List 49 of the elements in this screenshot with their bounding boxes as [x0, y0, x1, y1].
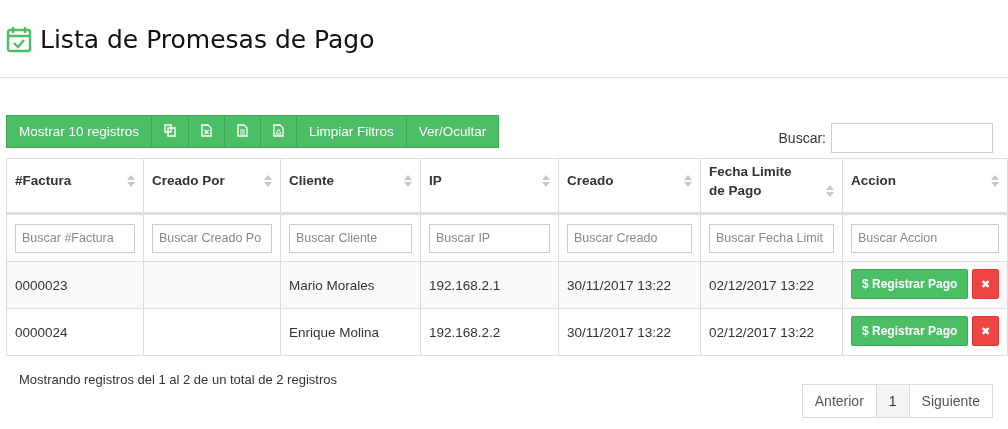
sort-icon [404, 175, 412, 187]
table-cell: Mario Morales [289, 277, 375, 293]
sort-icon [991, 175, 999, 187]
calendar-check-icon [6, 25, 32, 53]
filter-field[interactable]: Buscar IP [429, 223, 550, 253]
filter-field[interactable]: Buscar Creado [567, 223, 692, 253]
table-cell: 192.168.2.2 [429, 324, 501, 340]
table-cell: 30/11/2017 13:22 [567, 324, 672, 340]
column-header[interactable]: Creado Por [143, 158, 281, 214]
column-header[interactable]: Accion [842, 158, 1008, 214]
column-header[interactable]: IP [420, 158, 559, 214]
column-header[interactable]: Cliente [280, 158, 421, 214]
pdf-button[interactable] [260, 115, 297, 148]
column-header[interactable]: Fecha Limite de Pago [700, 158, 843, 214]
page-button[interactable]: 1 [875, 384, 909, 418]
previous-page-button[interactable]: Anterior [801, 384, 876, 418]
filter-field[interactable]: Buscar Creado Po [152, 223, 272, 253]
excel-button[interactable] [188, 115, 225, 148]
table-cell: 02/12/2017 13:22 [709, 324, 815, 340]
copy-button[interactable] [151, 115, 189, 148]
search-label: Buscar: [778, 130, 826, 146]
next-page-button[interactable]: Siguiente [908, 384, 993, 418]
sort-icon [684, 175, 692, 187]
table-cell: 0000024 [15, 324, 68, 340]
table-cell: Enrique Molina [289, 324, 380, 340]
table-cell: 30/11/2017 13:22 [567, 277, 672, 293]
pdf-file-icon [273, 123, 285, 137]
text-file-icon [237, 123, 249, 137]
csv-button[interactable] [224, 115, 261, 148]
page-title: Lista de Promesas de Pago [40, 24, 375, 54]
table-cell: 0000023 [15, 277, 68, 293]
filter-field[interactable]: Buscar Cliente [289, 223, 412, 253]
column-header[interactable]: #Factura [6, 158, 144, 214]
excel-file-icon [201, 123, 213, 137]
sort-icon [264, 175, 272, 187]
search-field[interactable] [831, 123, 993, 153]
filter-field[interactable]: Buscar Accion [851, 223, 999, 253]
filter-field[interactable]: Buscar #Factura [15, 223, 135, 253]
sort-icon [127, 175, 135, 187]
delete-button[interactable]: ✖ [972, 269, 999, 299]
table-cell: 02/12/2017 13:22 [709, 277, 815, 293]
filter-field[interactable]: Buscar Fecha Limit [709, 223, 834, 253]
table-info: Mostrando registros del 1 al 2 de un total de 2 registros [19, 372, 337, 389]
column-header[interactable]: Creado [558, 158, 701, 214]
sort-icon [542, 175, 550, 187]
delete-button[interactable]: ✖ [972, 316, 999, 346]
table-cell: 192.168.2.1 [429, 277, 501, 293]
copy-icon [164, 123, 177, 137]
sort-icon [826, 184, 834, 197]
